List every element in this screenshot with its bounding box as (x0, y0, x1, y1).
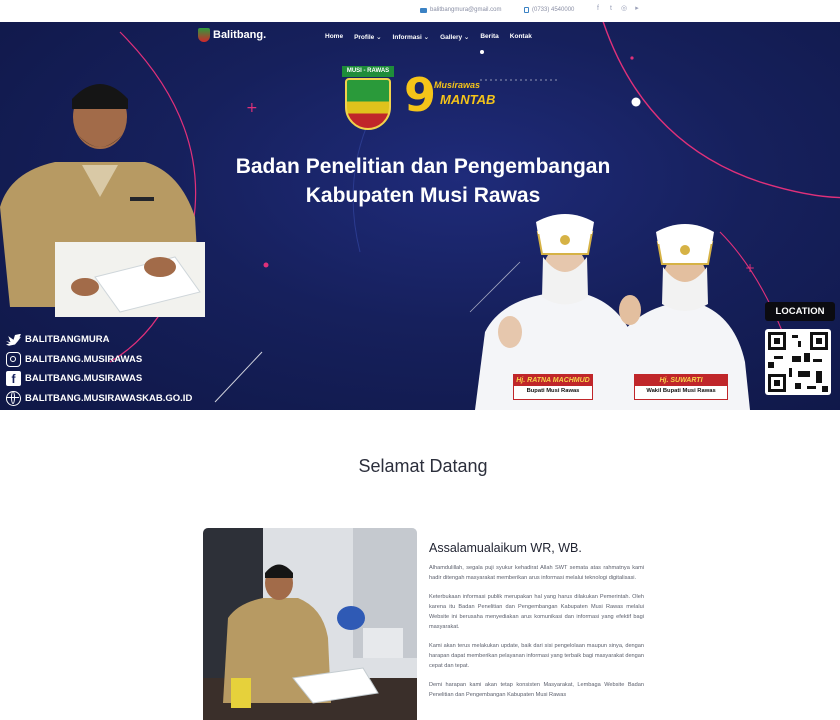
contact-phone: (0733) 4540000 (524, 7, 574, 13)
nav-item-informasi[interactable]: Informasi ⌄ (393, 33, 430, 41)
welcome-photo (203, 528, 417, 720)
nav-item-home[interactable]: Home (325, 33, 343, 41)
welcome-paragraph-3: Kami akan terus melakukan update, baik d… (429, 643, 644, 669)
nav-item-berita[interactable]: Berita (480, 33, 498, 41)
hero-social-website[interactable]: BALITBANG.MUSIRAWASKAB.GO.ID (6, 389, 192, 409)
svg-text:+: + (246, 100, 258, 116)
facebook-icon[interactable]: f (594, 5, 602, 13)
contact-email[interactable]: balitbangmura@gmail.com (420, 7, 501, 13)
location-label: LOCATION (765, 302, 835, 321)
nav-item-gallery[interactable]: Gallery ⌄ (440, 33, 469, 41)
welcome-section-title: Selamat Datang (358, 456, 488, 476)
welcome-greeting: Assalamualaikum WR, WB. (429, 541, 582, 555)
official-photo-left (0, 84, 205, 317)
hero-title-line1: Badan Penelitian dan Pengembangan (235, 155, 611, 178)
hero-social-label: BALITBANG.MUSIRAWAS (25, 373, 143, 385)
location-widget[interactable]: LOCATION (765, 302, 835, 395)
hero-social-label: BALITBANGMURA (25, 334, 110, 346)
facebook-icon: f (6, 371, 21, 387)
musi-rawas-crest-logo: MUSI - RAWAS (342, 66, 394, 132)
envelope-icon (420, 7, 427, 13)
instagram-icon[interactable]: ◎ (620, 5, 628, 13)
mantab-bottom-text: MANTAB (440, 92, 496, 107)
official-namecard-1: Hj. RATNA MACHMUD Bupati Musi Rawas (513, 374, 593, 400)
mantab-top-text: Musirawas (434, 80, 481, 90)
instagram-icon (6, 351, 21, 367)
nav-item-profile[interactable]: Profile ⌄ (354, 33, 381, 41)
hero-social-facebook[interactable]: f BALITBANG.MUSIRAWAS (6, 369, 192, 389)
hero-social-list: BALITBANGMURA BALITBANG.MUSIRAWAS f BALI… (6, 330, 192, 408)
official-name-1: Hj. RATNA MACHMUD (514, 375, 592, 386)
welcome-content: Assalamualaikum WR, WB. Alhamdulillah, s… (429, 541, 644, 709)
hero-title: Badan Penelitian dan Pengembangan Kabupa… (180, 152, 666, 210)
official-name-2: Hj. SUWARTI (635, 375, 727, 386)
topbar-social-links: f t ◎ ▸ (594, 5, 641, 13)
main-navigation: Balitbang. Home Profile ⌄ Informasi ⌄ Ga… (0, 22, 840, 52)
official-role-2: Wakil Bupati Musi Rawas (646, 388, 716, 394)
phone-text: (0733) 4540000 (532, 7, 575, 13)
hero-title-line2: Kabupaten Musi Rawas (305, 184, 541, 207)
official-at-desk-image (203, 528, 417, 720)
hero-social-label: BALITBANG.MUSIRAWASKAB.GO.ID (25, 392, 193, 404)
site-brand[interactable]: Balitbang. (198, 28, 266, 42)
nav-item-kontak[interactable]: Kontak (510, 33, 532, 41)
twitter-icon[interactable]: t (607, 5, 615, 13)
hero-social-label: BALITBANG.MUSIRAWAS (25, 353, 143, 365)
youtube-icon[interactable]: ▸ (633, 5, 641, 13)
hero-social-instagram[interactable]: BALITBANG.MUSIRAWAS (6, 350, 192, 370)
welcome-paragraph-4: Demi harapan kami akan tetap konsisten M… (429, 682, 644, 698)
crest-shield-icon (345, 78, 391, 130)
official-role-1: Bupati Musi Rawas (526, 388, 580, 394)
crest-banner-text: MUSI - RAWAS (342, 66, 394, 77)
globe-icon (6, 390, 21, 406)
brand-logo-icon (198, 28, 210, 42)
brand-name: Balitbang. (213, 29, 267, 41)
hero-social-twitter[interactable]: BALITBANGMURA (6, 330, 192, 350)
official-namecard-2: Hj. SUWARTI Wakil Bupati Musi Rawas (634, 374, 728, 400)
hero-banner: + + Balitbang. Home Profile ⌄ Informasi … (0, 22, 840, 410)
musirawas-mantab-logo: 9 Musirawas MANTAB (404, 66, 504, 126)
nav-menu: Home Profile ⌄ Informasi ⌄ Gallery ⌄ Ber… (325, 33, 532, 41)
welcome-paragraph-1: Alhamdulillah, segala puji syukur kehadi… (429, 565, 644, 581)
location-qr-code[interactable] (765, 329, 831, 395)
hero-logos: MUSI - RAWAS 9 Musirawas MANTAB (342, 66, 504, 132)
top-info-bar: balitbangmura@gmail.com (0733) 4540000 f… (0, 0, 840, 22)
phone-icon (524, 7, 529, 13)
welcome-paragraph-2: Keterbukaan informasi publik merupakan h… (429, 594, 644, 630)
mantab-nine-icon: 9 (404, 68, 437, 122)
email-text[interactable]: balitbangmura@gmail.com (430, 7, 501, 13)
qr-code-icon (768, 332, 828, 392)
twitter-icon (6, 333, 21, 346)
